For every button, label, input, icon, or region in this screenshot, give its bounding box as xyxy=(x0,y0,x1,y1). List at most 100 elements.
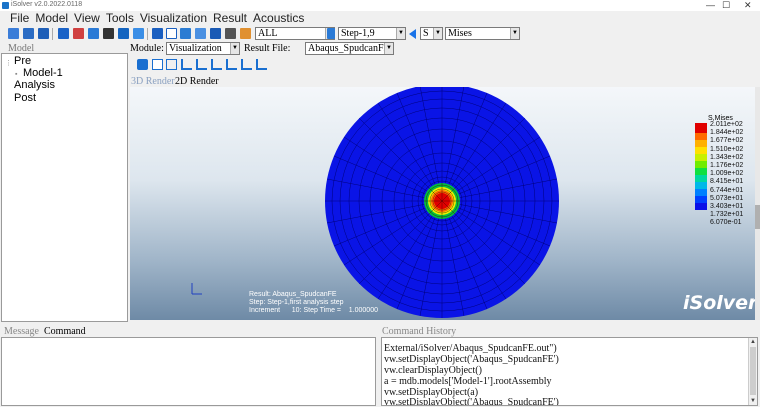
menu-visualization[interactable]: Visualization xyxy=(137,11,210,26)
result-file-select[interactable]: Abaqus_SpudcanFE ▼ xyxy=(305,42,394,55)
close-button[interactable]: ✕ xyxy=(744,0,752,11)
view-xy-icon[interactable] xyxy=(181,59,192,70)
command-history-label: Command History xyxy=(382,326,457,337)
scroll-down-icon[interactable]: ▼ xyxy=(749,397,757,405)
legend-swatch xyxy=(695,168,707,175)
menu-file[interactable]: File xyxy=(0,11,32,26)
report-icon[interactable] xyxy=(195,28,206,39)
tab-2d-render[interactable]: 2D Render xyxy=(175,76,219,87)
color-legend xyxy=(695,123,707,213)
render-viewport[interactable]: S,Mises 2.011e+02 1.844e+02 1.677e+02 1.… xyxy=(130,87,755,320)
legend-value: 2.011e+02 xyxy=(710,121,743,128)
legend-labels: 2.011e+02 1.844e+02 1.677e+02 1.510e+02 … xyxy=(710,121,743,228)
history-line: External/iSolver/Abaqus_SpudcanFE.out") xyxy=(384,343,557,354)
contour-plot-icon[interactable] xyxy=(240,28,251,39)
app-logo-icon xyxy=(2,2,9,9)
history-scrollbar[interactable]: ▲ ▼ xyxy=(748,338,757,405)
legend-value: 5.073e+01 xyxy=(710,194,744,202)
scrollbar-thumb[interactable] xyxy=(750,347,756,395)
part-cube-icon[interactable] xyxy=(58,28,69,39)
save-icon[interactable] xyxy=(38,28,49,39)
tab-3d-render[interactable]: 3D Render xyxy=(131,76,175,87)
window-title: iSolver v2.0.2022.0118 xyxy=(11,1,83,8)
legend-value: 1.009e+02 xyxy=(710,170,744,178)
chevron-down-icon: ▼ xyxy=(230,43,239,54)
tree-node-pre[interactable]: Pre xyxy=(14,55,31,67)
legend-swatch xyxy=(695,203,707,210)
view-front-icon[interactable] xyxy=(241,59,252,70)
tree-expander-icon[interactable]: ⋮ xyxy=(5,59,12,67)
fit-view-icon[interactable] xyxy=(166,59,177,70)
new-file-icon[interactable] xyxy=(8,28,19,39)
legend-value: 3.403e+01 xyxy=(710,203,744,211)
center-mesh xyxy=(424,183,460,219)
visualize-icon[interactable] xyxy=(180,28,191,39)
assembly-cube-icon[interactable] xyxy=(103,28,114,39)
viewport-scrollbar[interactable] xyxy=(755,87,760,320)
module-label: Module: xyxy=(130,43,164,54)
view-iso-icon[interactable] xyxy=(226,59,237,70)
history-line: vw.setDisplayObject('Abaqus_SpudcanFE') xyxy=(384,354,559,365)
legend-value: 1.510e+02 xyxy=(710,145,744,153)
chevron-down-icon: ▼ xyxy=(433,28,442,39)
result-info-file: Result: Abaqus_SpudcanFE xyxy=(249,291,337,298)
step-frame-select[interactable]: Step-1,9 ▼ xyxy=(338,27,406,40)
legend-value: 1.343e+02 xyxy=(710,153,744,161)
scrollbar-thumb[interactable] xyxy=(755,205,760,229)
main-toolbar: ALL ▼ Step-1,9 ▼ S ▼ Mises ▼ xyxy=(0,26,760,42)
view-yz-icon[interactable] xyxy=(196,59,207,70)
mesh-grid-icon[interactable] xyxy=(152,28,163,39)
legend-swatch xyxy=(695,123,707,133)
chevron-down-icon: ▼ xyxy=(384,43,393,54)
menu-tools[interactable]: Tools xyxy=(103,11,137,26)
tree-node-model-1[interactable]: Model-1 xyxy=(23,67,63,79)
view-back-icon[interactable] xyxy=(256,59,267,70)
mesh-plot xyxy=(191,87,559,318)
legend-swatch xyxy=(695,175,707,182)
component-select[interactable]: Mises ▼ xyxy=(445,27,520,40)
open-folder-icon[interactable] xyxy=(23,28,34,39)
legend-swatch xyxy=(695,147,707,154)
result-info: Result: Abaqus_SpudcanFE Step: Step-1,fir… xyxy=(249,291,378,315)
legend-swatch xyxy=(695,140,707,147)
rotate-view-icon[interactable] xyxy=(152,59,163,70)
result-info-increment: Increment 10: Step Time = 1.000000 xyxy=(249,307,378,314)
legend-value: 1.844e+02 xyxy=(710,129,744,137)
legend-swatch xyxy=(695,189,707,196)
minimize-button[interactable]: — xyxy=(706,0,715,11)
view-zx-icon[interactable] xyxy=(211,59,222,70)
tree-node-analysis[interactable]: Analysis xyxy=(14,79,55,91)
legend-swatch xyxy=(695,154,707,161)
scroll-up-icon[interactable]: ▲ xyxy=(749,338,757,346)
frame-icon[interactable] xyxy=(327,28,335,39)
tree-node-post[interactable]: Post xyxy=(14,92,36,104)
select-arrow-icon[interactable] xyxy=(210,28,221,39)
measure-icon[interactable] xyxy=(225,28,236,39)
toolbar-separator xyxy=(52,28,53,40)
menu-model[interactable]: Model xyxy=(32,11,71,26)
interaction-icon[interactable] xyxy=(133,28,144,39)
legend-swatch xyxy=(695,161,707,168)
step-icon[interactable] xyxy=(118,28,129,39)
maximize-button[interactable]: ☐ xyxy=(722,0,730,11)
variable-select[interactable]: S ▼ xyxy=(420,27,443,40)
tab-command[interactable]: Command xyxy=(44,326,86,337)
menu-view[interactable]: View xyxy=(71,11,103,26)
part-filter-select[interactable]: ALL ▼ xyxy=(255,27,335,40)
toolbar-separator xyxy=(147,28,148,40)
tab-message[interactable]: Message xyxy=(4,326,39,337)
title-bar: iSolver v2.0.2022.0118 — ☐ ✕ xyxy=(0,0,760,11)
previous-frame-icon[interactable] xyxy=(409,29,416,39)
pan-hand-icon[interactable] xyxy=(137,59,148,70)
menu-acoustics[interactable]: Acoustics xyxy=(250,11,307,26)
module-select[interactable]: Visualization ▼ xyxy=(166,42,240,55)
section-cube-icon[interactable] xyxy=(88,28,99,39)
history-line: vw.setDisplayObject('Abaqus_SpudcanFE') xyxy=(384,397,559,406)
menu-result[interactable]: Result xyxy=(210,11,250,26)
chevron-down-icon: ▼ xyxy=(396,28,405,39)
legend-value: 1.732e+01 xyxy=(710,211,744,219)
command-input[interactable] xyxy=(1,337,376,406)
job-icon[interactable] xyxy=(166,28,177,39)
app-window: iSolver v2.0.2022.0118 — ☐ ✕ File Model … xyxy=(0,0,760,407)
material-cube-icon[interactable] xyxy=(73,28,84,39)
